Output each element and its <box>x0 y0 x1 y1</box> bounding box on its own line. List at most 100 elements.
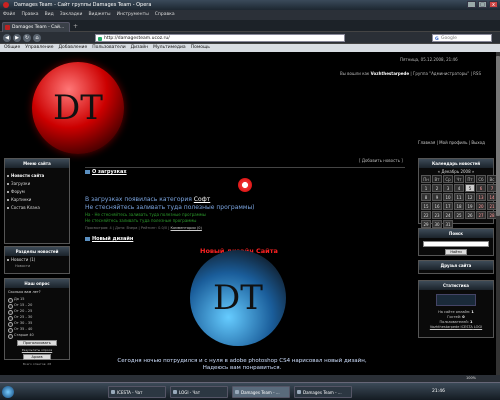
stats-block: Статистика На сайте онлайн: 1 Гостей: 0 … <box>418 280 494 338</box>
counter-badge <box>436 294 476 306</box>
online-user[interactable]: LOGI <box>474 325 482 329</box>
os-taskbar: ICESTA - Чат LOGI - Чат Damages Team - .… <box>0 382 500 400</box>
google-icon: G <box>435 37 439 42</box>
menu-item-news[interactable]: Новости сайта <box>5 172 69 180</box>
calendar-month[interactable]: « Декабрь 2008 » <box>419 168 493 175</box>
post1-software-link[interactable]: Софт <box>194 196 211 203</box>
tab-title: Damages Team - Сай... <box>12 25 65 30</box>
scrollbar-thumb[interactable] <box>496 56 500 216</box>
start-button[interactable] <box>2 386 14 398</box>
online-user[interactable]: ICESTA <box>461 325 473 329</box>
minimize-button[interactable]: _ <box>467 1 476 8</box>
window-controls: _ □ x <box>467 1 498 8</box>
post2-text: Сегодня ночью потрудился и с нуля в adob… <box>117 358 367 371</box>
menu-view[interactable]: Вид <box>45 10 54 20</box>
taskbar-item[interactable]: ICESTA - Чат <box>108 386 166 398</box>
friends-block: Друзья сайта <box>418 260 494 274</box>
poll-option[interactable]: Старше 40 <box>5 332 69 339</box>
stats-users-value: 1 <box>470 320 473 324</box>
bookmark-add[interactable]: Добавление <box>58 44 87 52</box>
stats-online-value: 1 <box>471 310 474 314</box>
taskbar-item[interactable]: Damages Team - ... <box>294 386 352 398</box>
calendar-block: Календарь новостей « Декабрь 2008 » Пн В… <box>418 158 496 228</box>
calendar-day: 20 <box>476 202 486 210</box>
bookmark-design[interactable]: Дизайн <box>131 44 148 52</box>
bookmark-help[interactable]: Помощь <box>191 44 210 52</box>
bookmark-general[interactable]: Общие <box>4 44 20 52</box>
poll-archive-button[interactable]: Архив опросов <box>23 354 51 364</box>
url-field[interactable]: http://damagesteam.ucoz.ru/ <box>95 34 345 42</box>
online-user[interactable]: Vozhthestarpede <box>430 325 460 329</box>
group-info: | Группа "Администраторы" | RSS <box>410 71 481 76</box>
calendar-day: 16 <box>432 202 442 210</box>
close-button[interactable]: x <box>489 1 498 8</box>
online-user-list[interactable]: Vozhthestarpede ICESTA LOGI <box>419 325 493 330</box>
poll-question: Сколько вам лет? <box>8 290 41 294</box>
new-tab-button[interactable]: + <box>73 23 81 31</box>
calendar-day: 24 <box>443 211 453 219</box>
forward-button[interactable]: ▶ <box>13 34 21 42</box>
browser-statusbar: 100% <box>0 375 500 382</box>
taskbar-item[interactable]: Damages Team - ... <box>232 386 290 398</box>
search-placeholder: Google <box>441 36 457 41</box>
chat-icon <box>111 390 115 394</box>
post1-title[interactable]: О загрузках <box>85 169 127 175</box>
menu-bookmarks[interactable]: Закладки <box>60 10 83 20</box>
header-links[interactable]: Главная | Мой профиль | Выход <box>418 140 485 145</box>
menu-help[interactable]: Справка <box>155 10 175 20</box>
calendar-day: 22 <box>421 211 431 219</box>
calendar-day: 7 <box>487 184 496 192</box>
menu-item-clan[interactable]: Состав Клана <box>5 204 69 212</box>
address-toolbar: ◀ ▶ ↻ ⌂ http://damagesteam.ucoz.ru/ G Go… <box>0 32 500 44</box>
calendar-day: 21 <box>487 202 496 210</box>
poll-results-link[interactable]: Результаты опроса <box>5 348 69 352</box>
poll-block: Наш опрос Сколько вам лет? До 15 От 15 -… <box>4 278 70 366</box>
stats-guests-value: 0 <box>462 315 465 319</box>
taskbar-item[interactable]: LOGI - Чат <box>170 386 228 398</box>
calendar-day-today[interactable]: 5 <box>465 184 475 192</box>
opera-icon <box>3 2 9 8</box>
news-section-item[interactable]: Новости (1) <box>5 256 69 264</box>
menu-widgets[interactable]: Виджеты <box>88 10 110 20</box>
site-search-input[interactable] <box>423 241 489 247</box>
menu-edit[interactable]: Правка <box>21 10 38 20</box>
news-header-rule <box>85 160 405 168</box>
poll-vote-button[interactable]: Проголосовать <box>17 340 57 346</box>
logo-text-blue: DT <box>213 278 263 318</box>
news-sections-title: Разделы новостей <box>5 247 69 256</box>
menu-file[interactable]: Файл <box>3 10 15 20</box>
logo-text: DT <box>53 88 103 128</box>
add-news-link[interactable]: [ Добавить новость ] <box>359 158 403 163</box>
calendar-day: 13 <box>476 193 486 201</box>
calendar-day: 18 <box>454 202 464 210</box>
username-link[interactable]: Vozhthestarpede <box>371 71 409 76</box>
calendar-day: 19 <box>465 202 475 210</box>
site-logo-red: DT <box>32 62 124 154</box>
greeting-prefix: Вы вошли как <box>340 71 370 76</box>
bookmark-multimedia[interactable]: Мультимедиа <box>153 44 186 52</box>
home-button[interactable]: ⌂ <box>33 34 41 42</box>
calendar-day: 1 <box>421 184 431 192</box>
menu-item-downloads[interactable]: Загрузки <box>5 180 69 188</box>
search-field[interactable]: G Google <box>432 34 492 42</box>
bookmark-management[interactable]: Управление <box>25 44 53 52</box>
page-content: DT Пятница, 05.12.2008, 21:46 Вы вошли к… <box>0 52 496 382</box>
calendar-day: 4 <box>454 184 464 192</box>
menu-tools[interactable]: Инструменты <box>117 10 149 20</box>
calendar-day: 26 <box>465 211 475 219</box>
zoom-level[interactable]: 100% <box>466 375 476 382</box>
menu-item-forum[interactable]: Форум <box>5 188 69 196</box>
browser-tab[interactable]: Damages Team - Сай... <box>2 22 70 32</box>
post1-meta-text: Просмотров: 4 | Дата: Вчера | Рейтинг: 0… <box>85 226 170 230</box>
bookmark-users[interactable]: Пользователи <box>92 44 125 52</box>
post1-comments-link[interactable]: Комментарии (0) <box>171 226 202 230</box>
page-scrollbar[interactable] <box>496 52 500 382</box>
maximize-button[interactable]: □ <box>478 1 487 8</box>
page-icon <box>98 36 102 41</box>
menu-item-pictures[interactable]: Картинки <box>5 196 69 204</box>
post2-title[interactable]: Новый дизайн <box>85 236 133 242</box>
reload-button[interactable]: ↻ <box>23 34 31 42</box>
site-search-button[interactable]: Найти <box>445 249 467 255</box>
back-button[interactable]: ◀ <box>3 34 11 42</box>
calendar-day: 30 <box>432 220 442 228</box>
